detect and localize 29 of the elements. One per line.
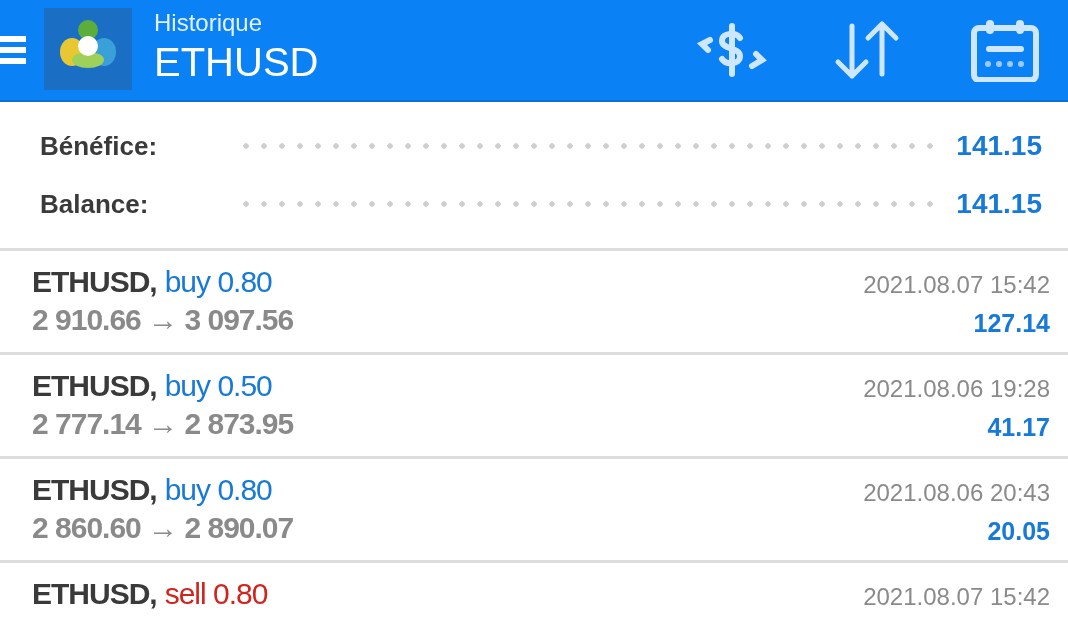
trade-order: sell 0.80 [164,577,268,611]
trade-symbol: ETHUSD, [32,577,157,611]
trade-order: buy 0.50 [164,369,272,403]
trade-prices: 2 860.60 → 2 890.07 [32,511,294,545]
trade-profit: 127.14 [973,309,1050,338]
trade-order: buy 0.80 [164,265,272,299]
summary-label: Balance: [40,188,150,220]
trade-symbol: ETHUSD, [32,265,157,299]
trade-row[interactable]: ETHUSD, buy 0.80 2 910.66 → 3 097.56 2021.08.07 15:42 127.14 [0,251,1068,355]
trade-time: 2021.08.07 15:42 [863,271,1050,299]
symbol-title: ETHUSD [154,39,320,85]
trade-row[interactable]: ETHUSD, buy 0.50 2 777.14 → 2 873.95 2021.08.06 19:28 41.17 [0,355,1068,459]
trade-time: 2021.08.06 19:28 [863,375,1050,403]
summary-value: 141.15 [956,130,1042,162]
trade-symbol: ETHUSD, [32,369,157,403]
app-logo-icon [44,8,132,90]
screen-subtitle: Historique [154,9,264,37]
trade-symbol: ETHUSD, [32,473,157,507]
trade-prices: 2 777.14 → 2 873.95 [32,407,294,441]
trade-order: buy 0.80 [164,473,272,507]
trade-profit: 20.05 [987,517,1050,546]
summary-value: 141.15 [956,188,1042,220]
summary-label: Bénéfice: [40,130,159,162]
trade-prices: 2 910.66 → 3 097.56 [32,303,294,337]
trade-time: 2021.08.07 15:42 [863,583,1050,611]
trade-profit: 41.17 [987,413,1050,442]
trade-row[interactable]: ETHUSD, buy 0.80 2 860.60 → 2 890.07 2021.08.06 20:43 20.05 [0,459,1068,563]
trade-time: 2021.08.06 20:43 [863,479,1050,507]
trade-row[interactable]: ETHUSD, sell 0.80 2021.08.07 15:42 [0,563,1068,633]
